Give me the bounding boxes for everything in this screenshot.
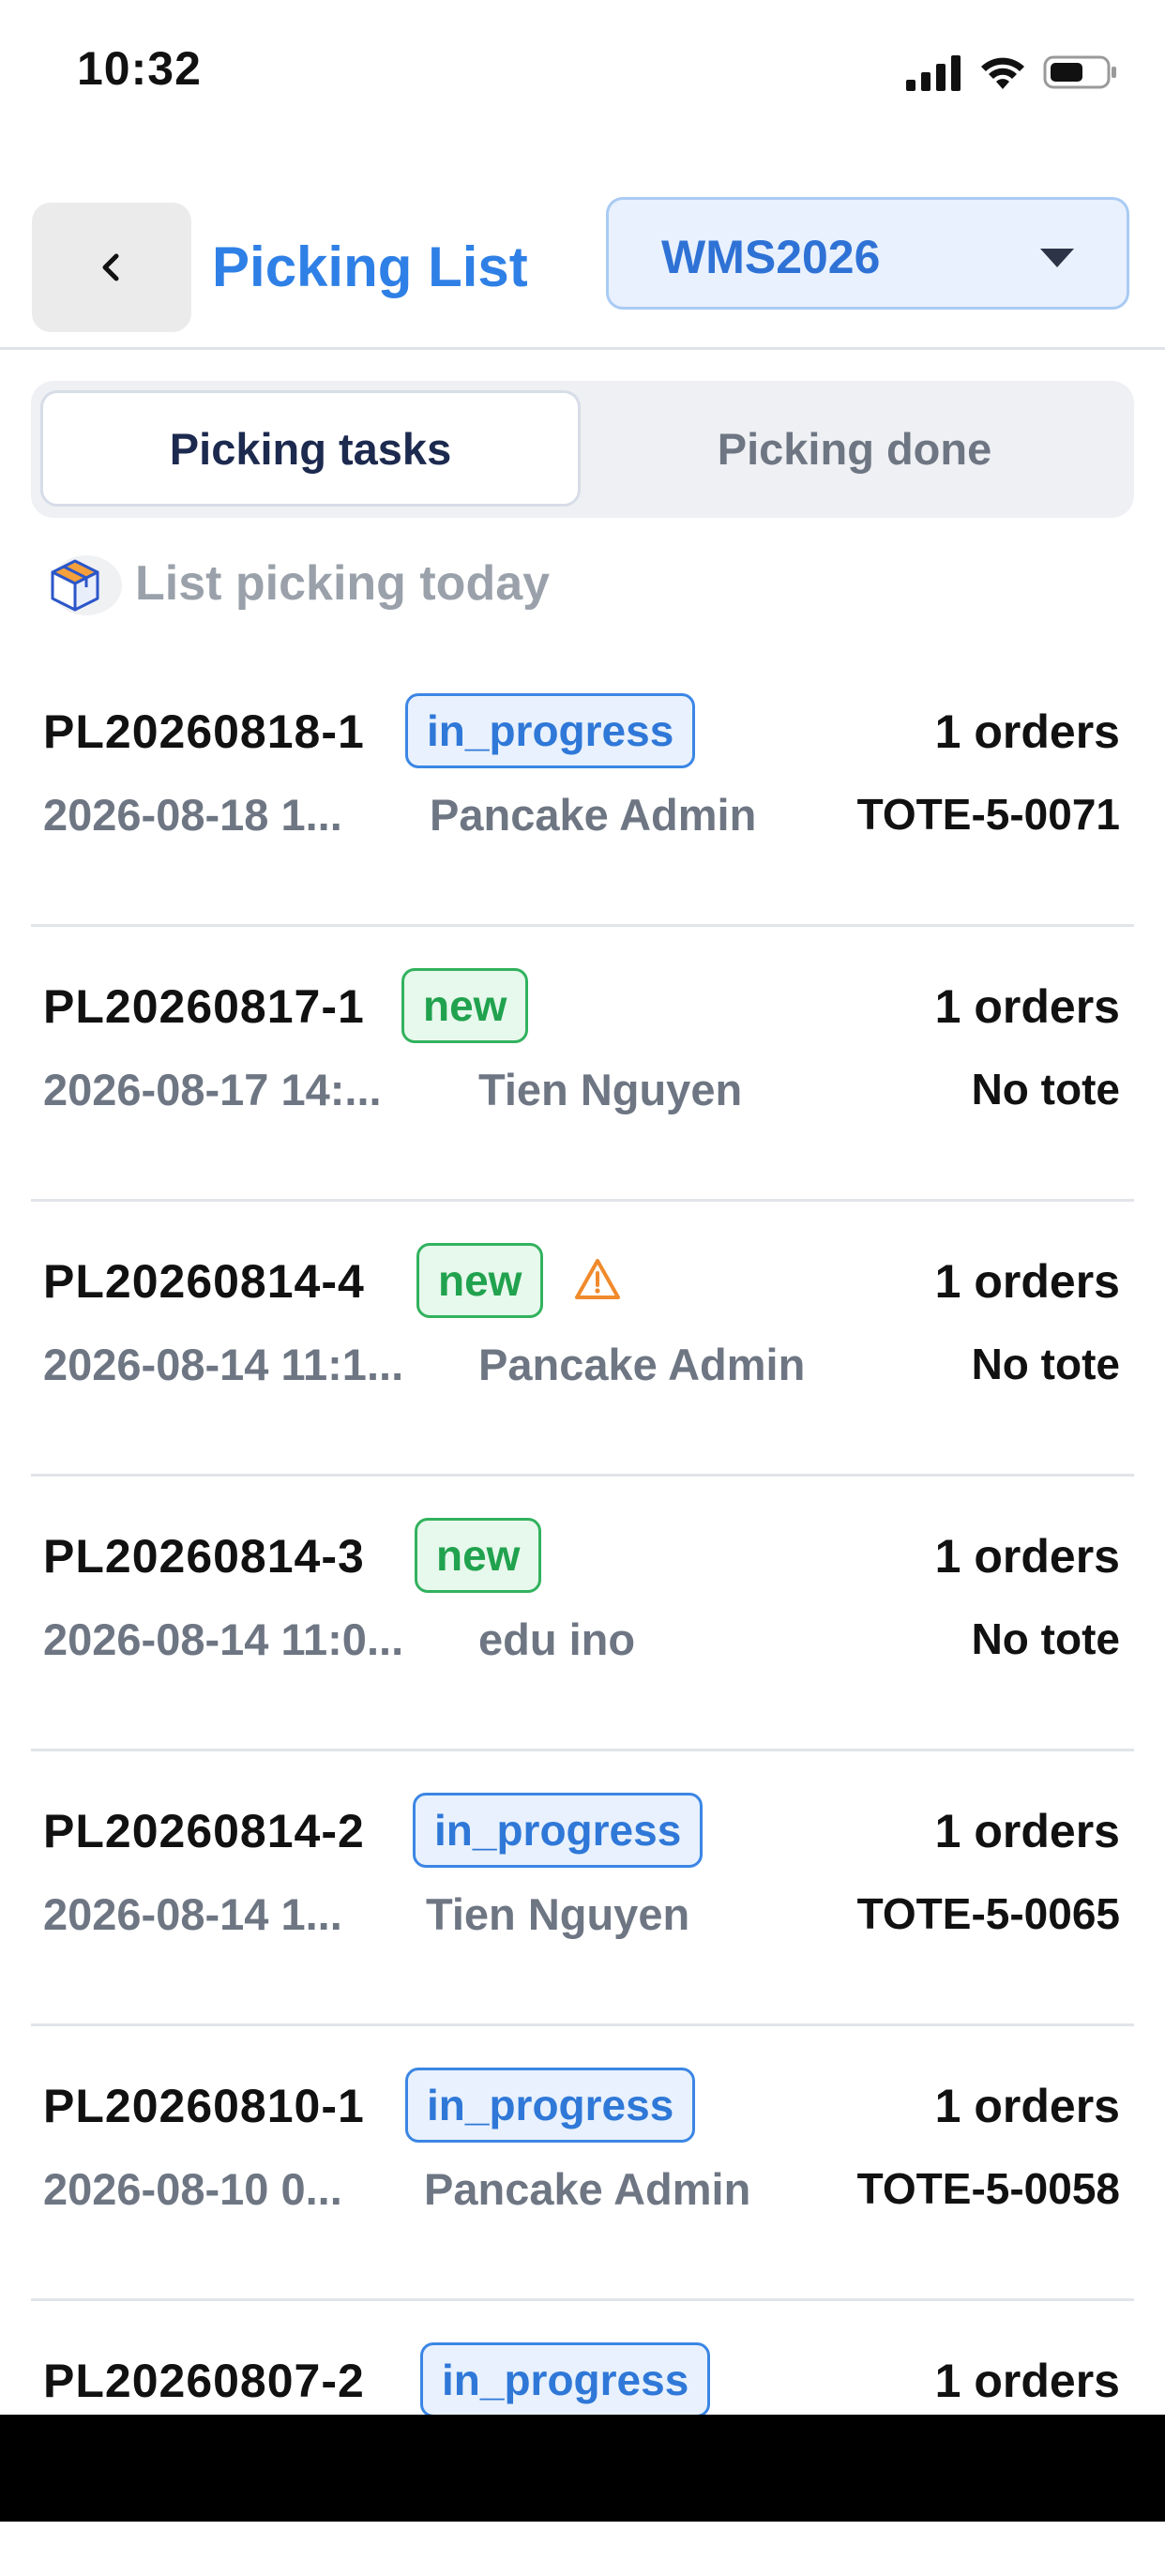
status-badge: in_progress bbox=[420, 2342, 711, 2417]
list-item-header: PL20260814-4 new 1 orders bbox=[43, 1243, 1120, 1322]
tab-picking-done[interactable]: Picking done bbox=[584, 390, 1125, 507]
signal-icon bbox=[906, 55, 961, 91]
page-title: Picking List bbox=[212, 235, 528, 298]
list-item[interactable]: PL20260814-3 new 1 orders 2026-08-14 11:0..… bbox=[0, 1477, 1165, 1751]
assignee-name: Tien Nguyen bbox=[478, 1065, 743, 1114]
list-item-details: 2026-08-10 0... Pancake Admin TOTE-5-0058 bbox=[43, 2163, 1120, 2220]
assignee-name: edu ino bbox=[478, 1614, 636, 1664]
order-count: 1 orders bbox=[934, 980, 1120, 1033]
order-count: 1 orders bbox=[934, 1805, 1120, 1857]
list-item-header: PL20260817-1 new 1 orders bbox=[43, 968, 1120, 1047]
status-badge: in_progress bbox=[413, 1793, 704, 1868]
assignee-name: Tien Nguyen bbox=[426, 1889, 690, 1939]
order-count: 1 orders bbox=[934, 705, 1120, 758]
order-count: 1 orders bbox=[934, 2355, 1120, 2407]
order-count: 1 orders bbox=[934, 2080, 1120, 2132]
created-date: 2026-08-18 1... bbox=[43, 790, 342, 840]
home-indicator-bar bbox=[0, 2415, 1165, 2522]
list-item[interactable]: PL20260810-1 in_progress 1 orders 2026-08-1… bbox=[0, 2026, 1165, 2301]
status-icons bbox=[906, 51, 1118, 94]
assignee-name: Pancake Admin bbox=[424, 2164, 751, 2214]
list-item[interactable]: PL20260818-1 in_progress 1 orders 2026-08-1… bbox=[0, 652, 1165, 927]
section-heading: List picking today bbox=[43, 550, 550, 617]
list-item-details: 2026-08-18 1... Pancake Admin TOTE-5-0071 bbox=[43, 789, 1120, 845]
tote-code: No tote bbox=[971, 1065, 1120, 1114]
wifi-icon bbox=[981, 57, 1024, 89]
picking-list: PL20260818-1 in_progress 1 orders 2026-08-1… bbox=[0, 652, 1165, 2576]
section-title: List picking today bbox=[135, 556, 551, 611]
warehouse-value: WMS2026 bbox=[661, 231, 881, 283]
order-count: 1 orders bbox=[934, 1255, 1120, 1308]
list-item-header: PL20260818-1 in_progress 1 orders bbox=[43, 693, 1120, 772]
created-date: 2026-08-14 1... bbox=[43, 1889, 342, 1939]
chevron-left-icon bbox=[102, 253, 119, 281]
tote-code: No tote bbox=[971, 1614, 1120, 1663]
list-item-header: PL20260807-2 in_progress 1 orders bbox=[43, 2342, 1120, 2421]
order-count: 1 orders bbox=[934, 1530, 1120, 1583]
status-badge: new bbox=[416, 1243, 544, 1318]
picking-code: PL20260814-4 bbox=[43, 1255, 365, 1308]
status-badge: new bbox=[415, 1518, 542, 1593]
assignee-name: Pancake Admin bbox=[430, 790, 757, 840]
status-time: 10:32 bbox=[77, 42, 202, 95]
header: Picking List WMS2026 bbox=[0, 197, 1165, 347]
tote-code: TOTE-5-0065 bbox=[856, 1889, 1120, 1938]
warehouse-select[interactable]: WMS2026 bbox=[606, 197, 1129, 310]
created-date: 2026-08-17 14:... bbox=[43, 1065, 382, 1114]
created-date: 2026-08-10 0... bbox=[43, 2164, 342, 2214]
picking-code: PL20260814-3 bbox=[43, 1530, 365, 1583]
list-item-details: 2026-08-14 1... Tien Nguyen TOTE-5-0065 bbox=[43, 1888, 1120, 1945]
list-item[interactable]: PL20260814-4 new 1 orders 2026-08-14 11:1..… bbox=[0, 1202, 1165, 1477]
list-item-details: 2026-08-14 11:1... Pancake Admin No tote bbox=[43, 1339, 1120, 1395]
list-item-details: 2026-08-14 11:0... edu ino No tote bbox=[43, 1614, 1120, 1670]
assignee-name: Pancake Admin bbox=[478, 1340, 806, 1389]
header-divider bbox=[0, 347, 1165, 350]
warning-icon bbox=[575, 1259, 620, 1299]
picking-code: PL20260810-1 bbox=[43, 2080, 365, 2132]
picking-code: PL20260818-1 bbox=[43, 705, 365, 758]
list-item[interactable]: PL20260814-2 in_progress 1 orders 2026-08-1… bbox=[0, 1751, 1165, 2026]
picking-code: PL20260814-2 bbox=[43, 1805, 365, 1857]
list-item-header: PL20260810-1 in_progress 1 orders bbox=[43, 2068, 1120, 2146]
tote-code: No tote bbox=[971, 1340, 1120, 1388]
status-badge: in_progress bbox=[405, 2068, 696, 2143]
status-badge: new bbox=[401, 968, 529, 1043]
list-item-header: PL20260814-3 new 1 orders bbox=[43, 1518, 1120, 1597]
package-icon bbox=[43, 550, 124, 617]
tab-picking-tasks[interactable]: Picking tasks bbox=[40, 390, 581, 507]
list-item-header: PL20260814-2 in_progress 1 orders bbox=[43, 1793, 1120, 1871]
tab-bar: Picking tasks Picking done bbox=[31, 381, 1134, 518]
battery-icon bbox=[1043, 55, 1116, 89]
created-date: 2026-08-14 11:0... bbox=[43, 1614, 404, 1664]
tote-code: TOTE-5-0071 bbox=[856, 790, 1120, 839]
tote-code: TOTE-5-0058 bbox=[856, 2164, 1120, 2213]
status-badge: in_progress bbox=[405, 693, 696, 768]
picking-code: PL20260817-1 bbox=[43, 980, 365, 1033]
list-item-details: 2026-08-17 14:... Tien Nguyen No tote bbox=[43, 1064, 1120, 1120]
caret-down-icon bbox=[1040, 249, 1074, 267]
created-date: 2026-08-14 11:1... bbox=[43, 1340, 404, 1389]
back-button[interactable] bbox=[32, 203, 191, 332]
status-bar: 10:32 bbox=[0, 0, 1165, 141]
picking-code: PL20260807-2 bbox=[43, 2355, 365, 2407]
list-item[interactable]: PL20260817-1 new 1 orders 2026-08-17 14:...… bbox=[0, 927, 1165, 1202]
